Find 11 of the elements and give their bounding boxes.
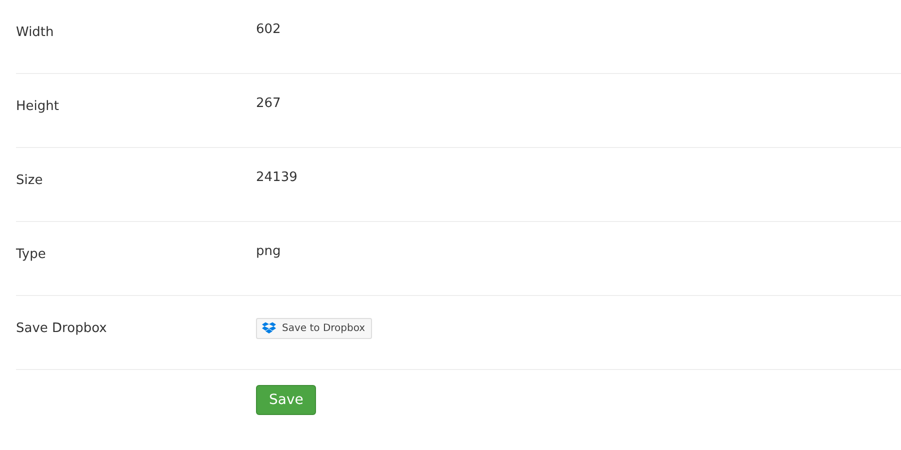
field-value: png xyxy=(256,244,281,259)
field-label: Width xyxy=(16,24,55,42)
save-to-dropbox-button[interactable]: Save to Dropbox xyxy=(256,318,372,339)
field-label: Size xyxy=(16,172,44,190)
field-label: Save Dropbox xyxy=(16,320,108,338)
field-value: 602 xyxy=(256,22,281,37)
field-value: 267 xyxy=(256,96,281,111)
field-label: Type xyxy=(16,246,47,264)
dropbox-icon xyxy=(262,322,276,335)
field-label: Height xyxy=(16,98,60,116)
field-value: 24139 xyxy=(256,170,298,185)
